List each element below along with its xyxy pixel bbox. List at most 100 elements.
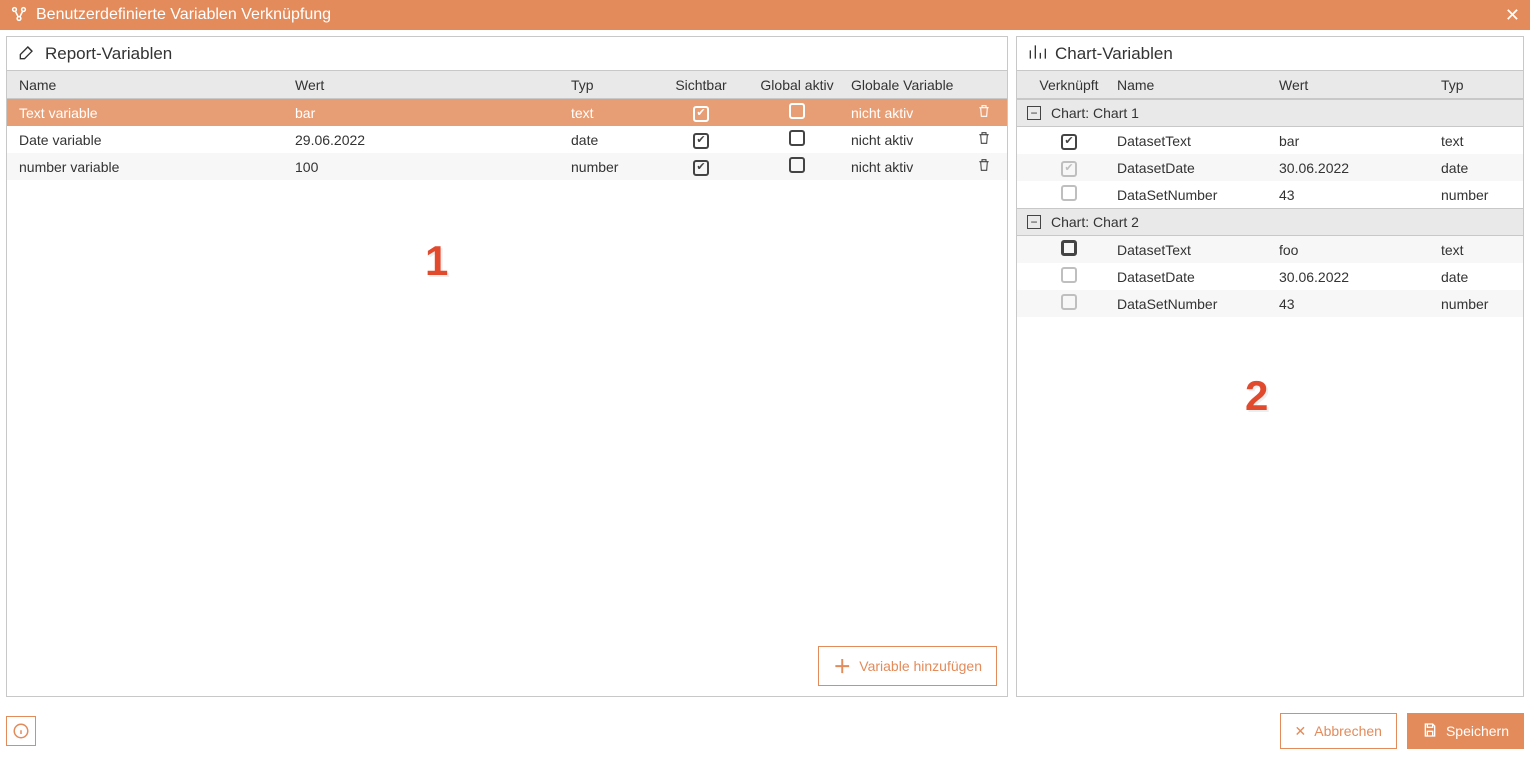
cancel-label: Abbrechen: [1314, 723, 1382, 739]
delete-row-button[interactable]: [969, 130, 999, 149]
cell-verknuepft[interactable]: [1025, 240, 1113, 259]
cell-typ: text: [1437, 133, 1515, 149]
close-icon: ✕: [1295, 723, 1307, 740]
workspace: Report-Variablen Name Wert Typ Sichtbar …: [0, 30, 1530, 703]
panel-title: Report-Variablen: [7, 37, 1007, 71]
window-title: Benutzerdefinierte Variablen Verknüpfung: [36, 6, 331, 24]
cell-sichtbar[interactable]: [655, 103, 747, 122]
link-icon: [10, 5, 28, 26]
cell-typ: date: [1437, 269, 1515, 285]
edit-icon: [17, 42, 37, 65]
cell-globale-variable: nicht aktiv: [847, 132, 969, 148]
cell-typ: text: [567, 105, 655, 121]
col-name[interactable]: Name: [1113, 77, 1275, 93]
cell-globale-variable: nicht aktiv: [847, 105, 969, 121]
chart-variables-title: Chart-Variablen: [1055, 44, 1173, 64]
table-row[interactable]: Date variable29.06.2022date nicht aktiv: [7, 126, 1007, 153]
report-variables-panel: Report-Variablen Name Wert Typ Sichtbar …: [6, 36, 1008, 697]
group-label: Chart: Chart 2: [1051, 214, 1139, 230]
delete-row-button[interactable]: [969, 103, 999, 122]
plus-icon: ＋: [833, 653, 851, 679]
group-header[interactable]: −Chart: Chart 2: [1017, 208, 1523, 236]
col-globale-variable[interactable]: Globale Variable: [847, 77, 969, 93]
table-row[interactable]: DatasetDate30.06.2022date: [1017, 154, 1523, 181]
panel-title: Chart-Variablen: [1017, 37, 1523, 71]
cell-name: DataSetNumber: [1113, 187, 1275, 203]
cell-name: number variable: [15, 159, 291, 175]
col-wert[interactable]: Wert: [291, 77, 567, 93]
cell-typ: number: [1437, 296, 1515, 312]
report-variables-body: Text variablebartextnicht aktivDate vari…: [7, 99, 1007, 180]
cell-verknuepft[interactable]: [1025, 131, 1113, 150]
cell-globale-variable: nicht aktiv: [847, 159, 969, 175]
report-variables-title: Report-Variablen: [45, 44, 172, 64]
save-button[interactable]: Speichern: [1407, 713, 1524, 749]
cell-typ: number: [1437, 187, 1515, 203]
col-verknuepft[interactable]: Verknüpft: [1025, 77, 1113, 93]
save-icon: [1422, 722, 1438, 741]
chart-variables-header: Verknüpft Name Wert Typ: [1017, 71, 1523, 99]
cell-name: DatasetText: [1113, 242, 1275, 258]
col-sichtbar[interactable]: Sichtbar: [655, 77, 747, 93]
cell-wert: foo: [1275, 242, 1437, 258]
cell-verknuepft[interactable]: [1025, 294, 1113, 313]
cell-name: DatasetText: [1113, 133, 1275, 149]
add-variable-label: Variable hinzufügen: [859, 658, 982, 674]
cell-wert: 30.06.2022: [1275, 160, 1437, 176]
cell-wert: 30.06.2022: [1275, 269, 1437, 285]
close-button[interactable]: ✕: [1505, 5, 1520, 26]
cell-typ: date: [1437, 160, 1515, 176]
cancel-button[interactable]: ✕ Abbrechen: [1280, 713, 1397, 749]
cell-name: DataSetNumber: [1113, 296, 1275, 312]
col-global-aktiv[interactable]: Global aktiv: [747, 77, 847, 93]
col-wert[interactable]: Wert: [1275, 77, 1437, 93]
cell-global-aktiv[interactable]: [747, 103, 847, 122]
cell-wert: 29.06.2022: [291, 132, 567, 148]
collapse-icon[interactable]: −: [1027, 215, 1041, 229]
chart-variables-panel: Chart-Variablen Verknüpft Name Wert Typ …: [1016, 36, 1524, 697]
cell-wert: 43: [1275, 187, 1437, 203]
group-label: Chart: Chart 1: [1051, 105, 1139, 121]
table-row[interactable]: DataSetNumber43number: [1017, 290, 1523, 317]
callout-2: 2: [1245, 372, 1268, 420]
table-row[interactable]: DatasetDate30.06.2022date: [1017, 263, 1523, 290]
table-row[interactable]: DataSetNumber43number: [1017, 181, 1523, 208]
col-name[interactable]: Name: [15, 77, 291, 93]
col-typ[interactable]: Typ: [1437, 77, 1515, 93]
save-label: Speichern: [1446, 723, 1509, 739]
cell-name: Text variable: [15, 105, 291, 121]
cell-global-aktiv[interactable]: [747, 157, 847, 176]
report-variables-header: Name Wert Typ Sichtbar Global aktiv Glob…: [7, 71, 1007, 99]
cell-global-aktiv[interactable]: [747, 130, 847, 149]
cell-typ: text: [1437, 242, 1515, 258]
cell-typ: date: [567, 132, 655, 148]
table-row[interactable]: DatasetTextfootext: [1017, 236, 1523, 263]
table-row[interactable]: number variable100number nicht aktiv: [7, 153, 1007, 180]
delete-row-button[interactable]: [969, 157, 999, 176]
cell-sichtbar[interactable]: [655, 130, 747, 149]
cell-name: DatasetDate: [1113, 160, 1275, 176]
cell-name: DatasetDate: [1113, 269, 1275, 285]
table-row[interactable]: DatasetTextbartext: [1017, 127, 1523, 154]
collapse-icon[interactable]: −: [1027, 106, 1041, 120]
cell-verknuepft[interactable]: [1025, 185, 1113, 204]
chart-variables-body: −Chart: Chart 1DatasetTextbartextDataset…: [1017, 99, 1523, 317]
callout-1: 1: [425, 237, 448, 285]
title-bar: Benutzerdefinierte Variablen Verknüpfung…: [0, 0, 1530, 30]
info-button[interactable]: [6, 716, 36, 746]
table-row[interactable]: Text variablebartext nicht aktiv: [7, 99, 1007, 126]
chart-icon: [1027, 42, 1047, 65]
add-variable-button[interactable]: ＋ Variable hinzufügen: [818, 646, 997, 686]
cell-name: Date variable: [15, 132, 291, 148]
cell-typ: number: [567, 159, 655, 175]
col-typ[interactable]: Typ: [567, 77, 655, 93]
cell-wert: bar: [291, 105, 567, 121]
group-header[interactable]: −Chart: Chart 1: [1017, 99, 1523, 127]
cell-wert: 43: [1275, 296, 1437, 312]
cell-wert: bar: [1275, 133, 1437, 149]
footer: ✕ Abbrechen Speichern: [0, 703, 1530, 759]
cell-verknuepft[interactable]: [1025, 158, 1113, 177]
cell-wert: 100: [291, 159, 567, 175]
cell-sichtbar[interactable]: [655, 157, 747, 176]
cell-verknuepft[interactable]: [1025, 267, 1113, 286]
